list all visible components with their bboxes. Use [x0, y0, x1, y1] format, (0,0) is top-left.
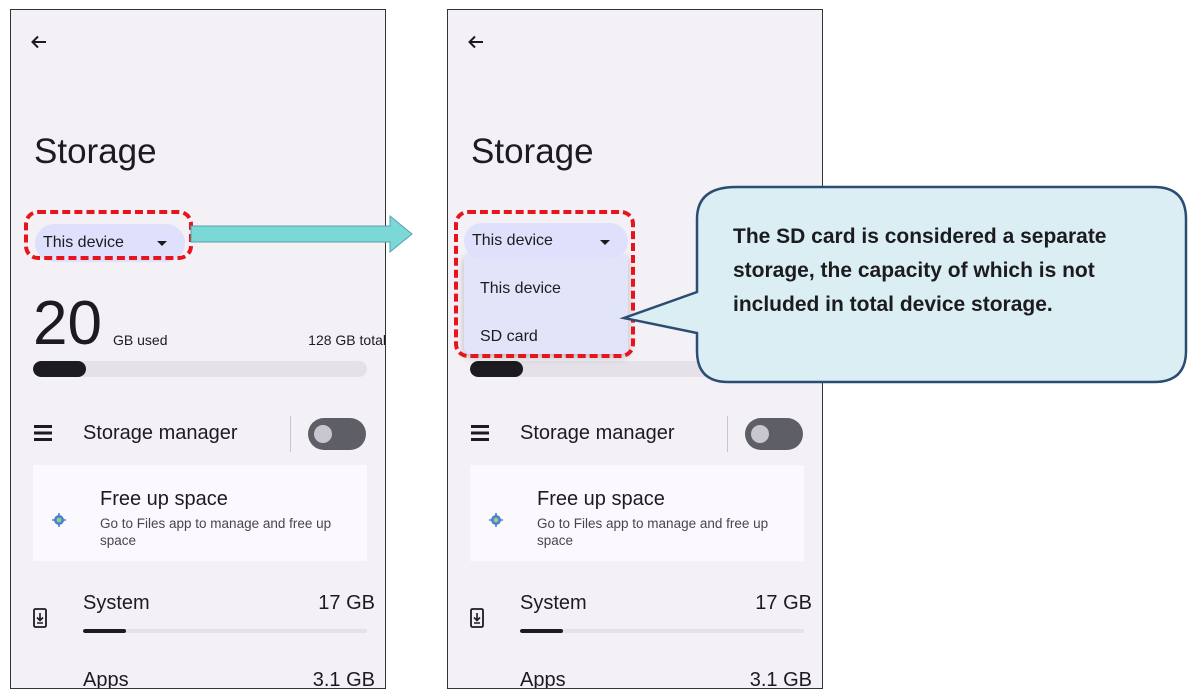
storage-manager-icon [471, 425, 489, 441]
storage-manager-toggle[interactable] [308, 418, 366, 450]
divider [727, 416, 728, 452]
storage-manager-label: Storage manager [83, 422, 238, 444]
free-up-space-card[interactable]: Free up space Go to Files app to manage … [33, 465, 367, 561]
category-system-bar [83, 629, 367, 633]
system-update-icon [33, 608, 47, 628]
page-title: Storage [471, 132, 594, 171]
storage-total-label: 128 GB total [308, 332, 386, 348]
category-apps-label[interactable]: Apps [83, 669, 129, 688]
category-apps-label[interactable]: Apps [520, 669, 566, 688]
free-up-space-description: Go to Files app to manage and free up sp… [537, 516, 769, 548]
storage-used-value: 20 [33, 289, 102, 358]
category-system-fill [83, 629, 126, 633]
pointer-arrow [190, 214, 413, 254]
storage-used-unit: GB used [113, 332, 168, 348]
back-arrow-icon[interactable] [29, 32, 49, 52]
category-system-size: 17 GB [318, 592, 375, 614]
files-app-icon [489, 513, 503, 527]
page-title: Storage [34, 132, 157, 171]
storage-usage-fill [470, 361, 524, 377]
callout-text: The SD card is considered a separate sto… [733, 225, 1107, 316]
category-system-label[interactable]: System [83, 592, 150, 615]
category-system-label[interactable]: System [520, 592, 587, 615]
toggle-knob [751, 425, 769, 443]
divider [290, 416, 291, 452]
storage-manager-icon [34, 425, 52, 441]
storage-manager-toggle[interactable] [745, 418, 803, 450]
free-up-space-description: Go to Files app to manage and free up sp… [100, 516, 332, 548]
toggle-knob [314, 425, 332, 443]
category-apps-size: 3.1 GB [749, 669, 812, 689]
category-apps-size: 3.1 GB [312, 669, 375, 689]
storage-usage-bar [33, 361, 367, 377]
free-up-space-card[interactable]: Free up space Go to Files app to manage … [470, 465, 804, 561]
free-up-space-title: Free up space [537, 488, 665, 510]
storage-screen-left: Storage This device 20 GB used 128 GB to… [10, 9, 386, 689]
storage-usage-fill [33, 361, 87, 377]
files-app-icon [52, 513, 66, 527]
storage-manager-label: Storage manager [520, 422, 675, 444]
highlight-box-left-selector [24, 210, 193, 260]
free-up-space-title: Free up space [100, 488, 228, 510]
category-system-bar [520, 629, 804, 633]
back-arrow-icon[interactable] [466, 32, 486, 52]
system-update-icon [470, 608, 484, 628]
category-system-fill [520, 629, 563, 633]
category-system-size: 17 GB [755, 592, 812, 614]
